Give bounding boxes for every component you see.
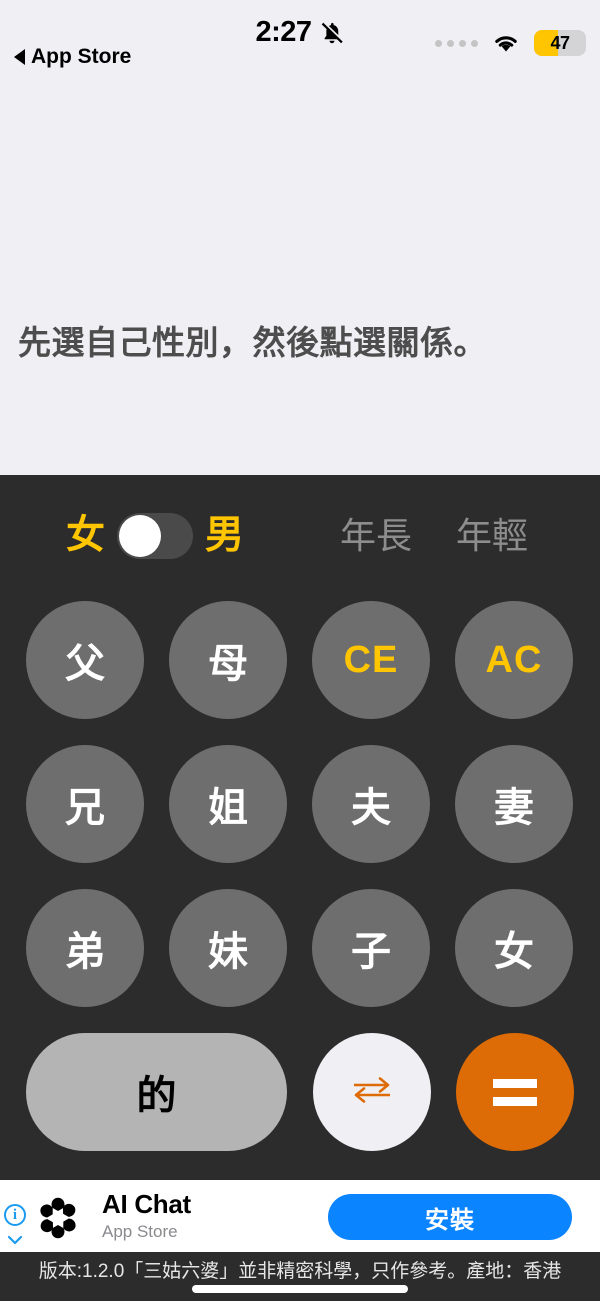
gender-female-label[interactable]: 女 — [66, 516, 105, 555]
phone-screen: 2:27 App Store 47 先選自己性別，然後點選關係。 女 男 年長 … — [0, 0, 600, 1301]
key-elder-brother[interactable]: 兄 — [26, 745, 144, 863]
key-husband[interactable]: 夫 — [312, 745, 430, 863]
equals-glyph-icon — [493, 1078, 537, 1106]
ad-title: AI Chat — [102, 1189, 191, 1219]
display-area: 先選自己性別，然後點選關係。 — [0, 78, 600, 475]
keypad-panel: 女 男 年長 年輕 父母 CE AC 兄姐夫妻弟妹子女 的 — [0, 475, 600, 1180]
relation-keypad: 父母 CE AC 兄姐夫妻弟妹子女 — [26, 601, 574, 1007]
key-wife[interactable]: 妻 — [455, 745, 573, 863]
footer-bar: 版本:1.2.0「三姑六婆」並非精密科學，只作參考。產地：香港 — [0, 1252, 600, 1301]
gender-switch[interactable] — [117, 512, 194, 559]
key-equals[interactable] — [456, 1033, 574, 1151]
chevron-down-icon[interactable] — [7, 1232, 23, 1245]
age-filter-group: 年長 年輕 — [340, 498, 528, 573]
footer-version-text: 版本:1.2.0「三姑六婆」並非精密科學，只作參考。產地：香港 — [38, 1261, 562, 1282]
key-swap[interactable] — [313, 1033, 431, 1151]
key-possessive[interactable]: 的 — [26, 1033, 287, 1151]
status-indicators: 47 — [435, 30, 586, 56]
key-mother[interactable]: 母 — [169, 601, 287, 719]
age-younger-label[interactable]: 年輕 — [456, 517, 528, 554]
bell-slash-icon — [319, 20, 345, 46]
back-label: App Store — [31, 45, 132, 68]
gender-male-label[interactable]: 男 — [205, 516, 244, 555]
ad-text-group: AI Chat App Store — [102, 1189, 191, 1242]
battery-indicator: 47 — [534, 30, 586, 56]
key-son[interactable]: 子 — [312, 889, 430, 1007]
key-younger-brother[interactable]: 弟 — [26, 889, 144, 1007]
key-all-clear[interactable]: AC — [455, 601, 573, 719]
home-indicator[interactable] — [192, 1285, 408, 1293]
age-elder-label[interactable]: 年長 — [340, 517, 412, 554]
info-icon[interactable]: i — [4, 1204, 26, 1226]
key-clear-entry[interactable]: CE — [312, 601, 430, 719]
openai-flower-icon — [30, 1190, 86, 1246]
key-younger-sister[interactable]: 妹 — [169, 889, 287, 1007]
instruction-text: 先選自己性別，然後點選關係。 — [18, 324, 487, 361]
gender-toggle-group[interactable]: 女 男 — [66, 498, 244, 573]
action-row: 的 — [26, 1033, 574, 1151]
back-triangle-icon — [14, 49, 25, 65]
status-time: 2:27 — [255, 16, 312, 48]
swap-arrows-icon — [349, 1073, 395, 1112]
status-bar: 2:27 App Store 47 — [0, 0, 600, 78]
controls-row: 女 男 年長 年輕 — [0, 498, 600, 573]
signal-dots-icon — [435, 39, 478, 47]
gender-switch-knob[interactable] — [119, 514, 162, 557]
wifi-icon — [491, 32, 521, 54]
back-to-app-store-link[interactable]: App Store — [14, 45, 131, 69]
key-daughter[interactable]: 女 — [455, 889, 573, 1007]
battery-percent: 47 — [550, 32, 570, 53]
ad-subtitle: App Store — [102, 1222, 178, 1241]
ad-install-button[interactable]: 安裝 — [328, 1194, 572, 1240]
ad-banner[interactable]: i AI Chat App Store 安裝 — [0, 1180, 600, 1252]
key-father[interactable]: 父 — [26, 601, 144, 719]
key-elder-sister[interactable]: 姐 — [169, 745, 287, 863]
